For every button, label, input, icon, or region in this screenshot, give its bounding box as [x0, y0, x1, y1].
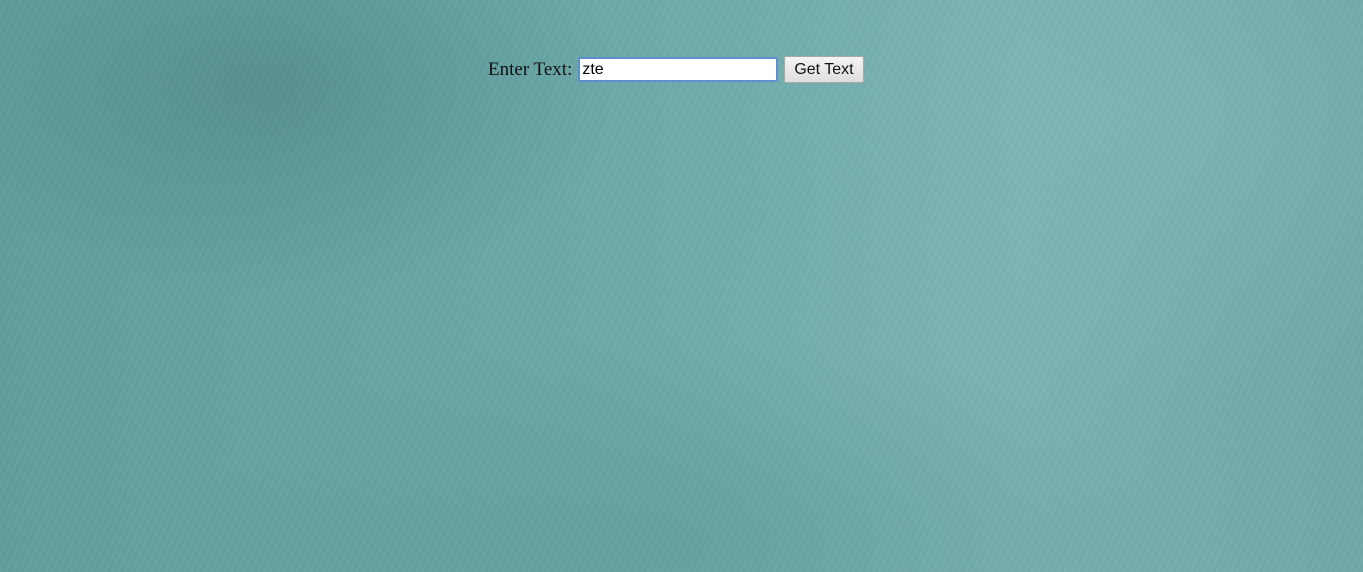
text-input[interactable] — [578, 57, 779, 82]
text-form: Enter Text: Get Text — [488, 56, 864, 83]
enter-text-label: Enter Text: — [488, 59, 573, 80]
page-background: { "form": { "label": "Enter Text:", "inp… — [0, 0, 1363, 572]
paper-texture — [0, 0, 1363, 572]
get-text-button[interactable]: Get Text — [784, 56, 864, 83]
